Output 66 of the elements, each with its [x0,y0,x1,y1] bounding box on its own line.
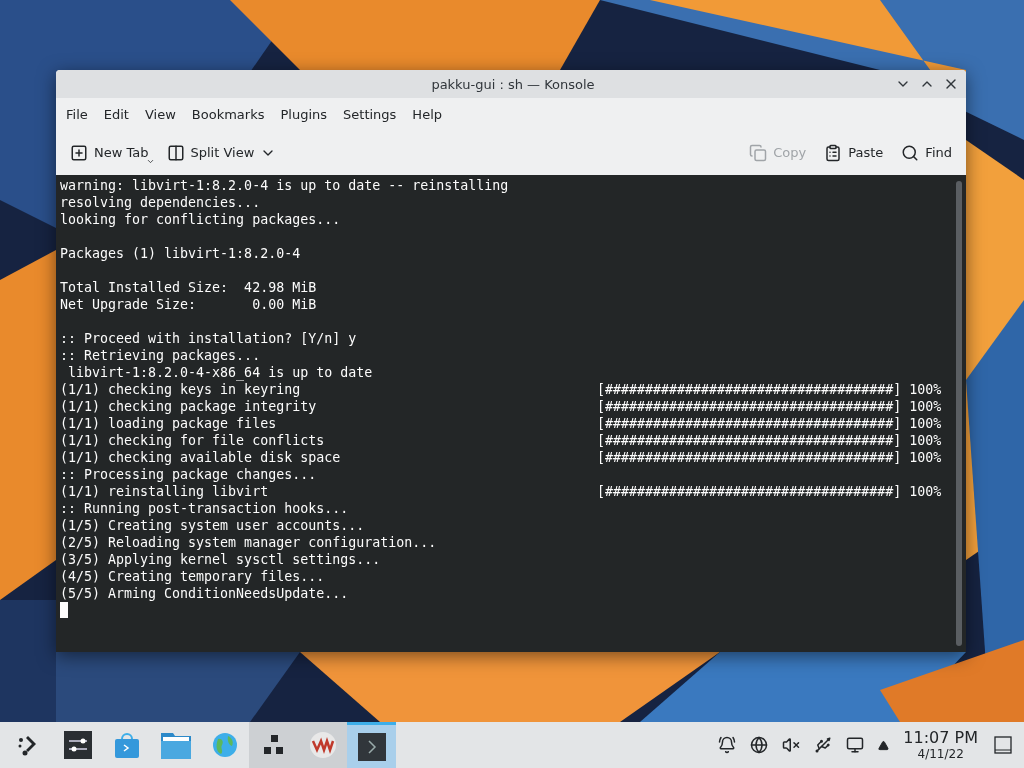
terminal-line: warning: libvirt-1:8.2.0-4 is up to date -- reinstalling [60,177,509,194]
scrollbar-thumb[interactable] [956,181,962,646]
terminal-line: resolving dependencies... [60,194,261,211]
terminal-line: (1/1) checking for file conflicts [60,432,326,449]
terminal-line: Total Installed Size: 42.98 MiB [60,279,317,296]
menu-item[interactable]: Settings [335,106,405,122]
clipboard-icon [824,143,843,162]
show-desktop-icon[interactable] [994,736,1012,754]
text-cursor [60,602,68,618]
terminal-line: :: Running post-transaction hooks... [60,500,349,517]
terminal-line: (1/1) loading package files [60,415,278,432]
clock-time[interactable]: 11:07 PM [903,729,978,747]
usb-icon[interactable] [814,736,833,754]
terminal-line: (1/1) checking keys in keyring [60,381,302,398]
copy-icon [749,143,768,162]
grid-icon [261,733,286,757]
shopping-bag-icon [113,731,140,759]
terminal-line: (4/5) Creating temporary files... [60,568,325,585]
muted-speaker-icon[interactable] [782,736,801,754]
expand-arrow-icon[interactable] [878,739,890,751]
split-view-icon [166,143,185,162]
menu-item[interactable]: View [136,106,184,122]
globe-icon[interactable] [750,736,769,754]
terminal-line: :: Proceed with installation? [Y/n] y [60,330,357,347]
menu-item[interactable]: Bookmarks [183,106,273,122]
vm-logo-icon [308,731,337,759]
terminal-line: (1/1) checking available disk space [60,449,342,466]
progress-text: [####################################] 100% [597,398,942,415]
progress-text: [####################################] 100% [597,483,942,500]
new-tab-icon [70,143,88,162]
find-button[interactable]: Find [895,139,958,166]
menu-item[interactable]: File [58,106,96,122]
progress-text: [####################################] 100% [597,432,942,449]
new-tab-button[interactable]: New Tab [64,139,155,166]
menu-item[interactable]: Edit [95,106,137,122]
progress-text: [####################################] 100% [597,449,942,466]
clock-date[interactable]: 4/11/22 [917,747,964,761]
taskbar-button[interactable] [249,722,298,768]
terminal-line: Packages (1) libvirt-1:8.2.0-4 [60,245,301,262]
terminal-area[interactable] [56,175,966,652]
sliders-icon [63,731,92,759]
terminal-line: libvirt-1:8.2.0-4-x86_64 is up to date [67,364,373,381]
terminal-line: (5/5) Arming ConditionNeedsUpdate... [60,585,349,602]
folder-icon [160,731,191,759]
terminal-line: :: Retrieving packages... [60,347,261,364]
terminal-line: (1/1) checking package integrity [60,398,318,415]
terminal-icon [357,732,386,761]
menu-item[interactable]: Help [404,106,450,122]
menu-item[interactable]: Plugins [272,106,336,122]
terminal-line: (1/1) reinstalling libvirt [60,483,270,500]
terminal-line: (1/5) Creating system user accounts... [60,517,365,534]
terminal-line: :: Processing package changes... [60,466,317,483]
terminal-line: (2/5) Reloading system manager configuration... [60,534,437,551]
progress-text: [####################################] 100% [597,415,942,432]
bell-icon[interactable] [718,736,737,754]
split-view-button[interactable]: Split View [160,139,283,166]
terminal-line: (3/5) Applying kernel sysctl settings... [60,551,381,568]
paste-button[interactable]: Paste [818,139,890,166]
globe-icon [211,732,238,758]
search-icon [901,143,920,162]
terminal-line: Net Upgrade Size: 0.00 MiB [60,296,317,313]
taskbar-button[interactable] [347,722,396,768]
progress-text: [####################################] 100% [597,381,942,398]
monitor-icon[interactable] [846,736,865,754]
terminal-line: looking for conflicting packages... [60,211,341,228]
window-title: pakku-gui : sh — Konsole [430,76,596,92]
